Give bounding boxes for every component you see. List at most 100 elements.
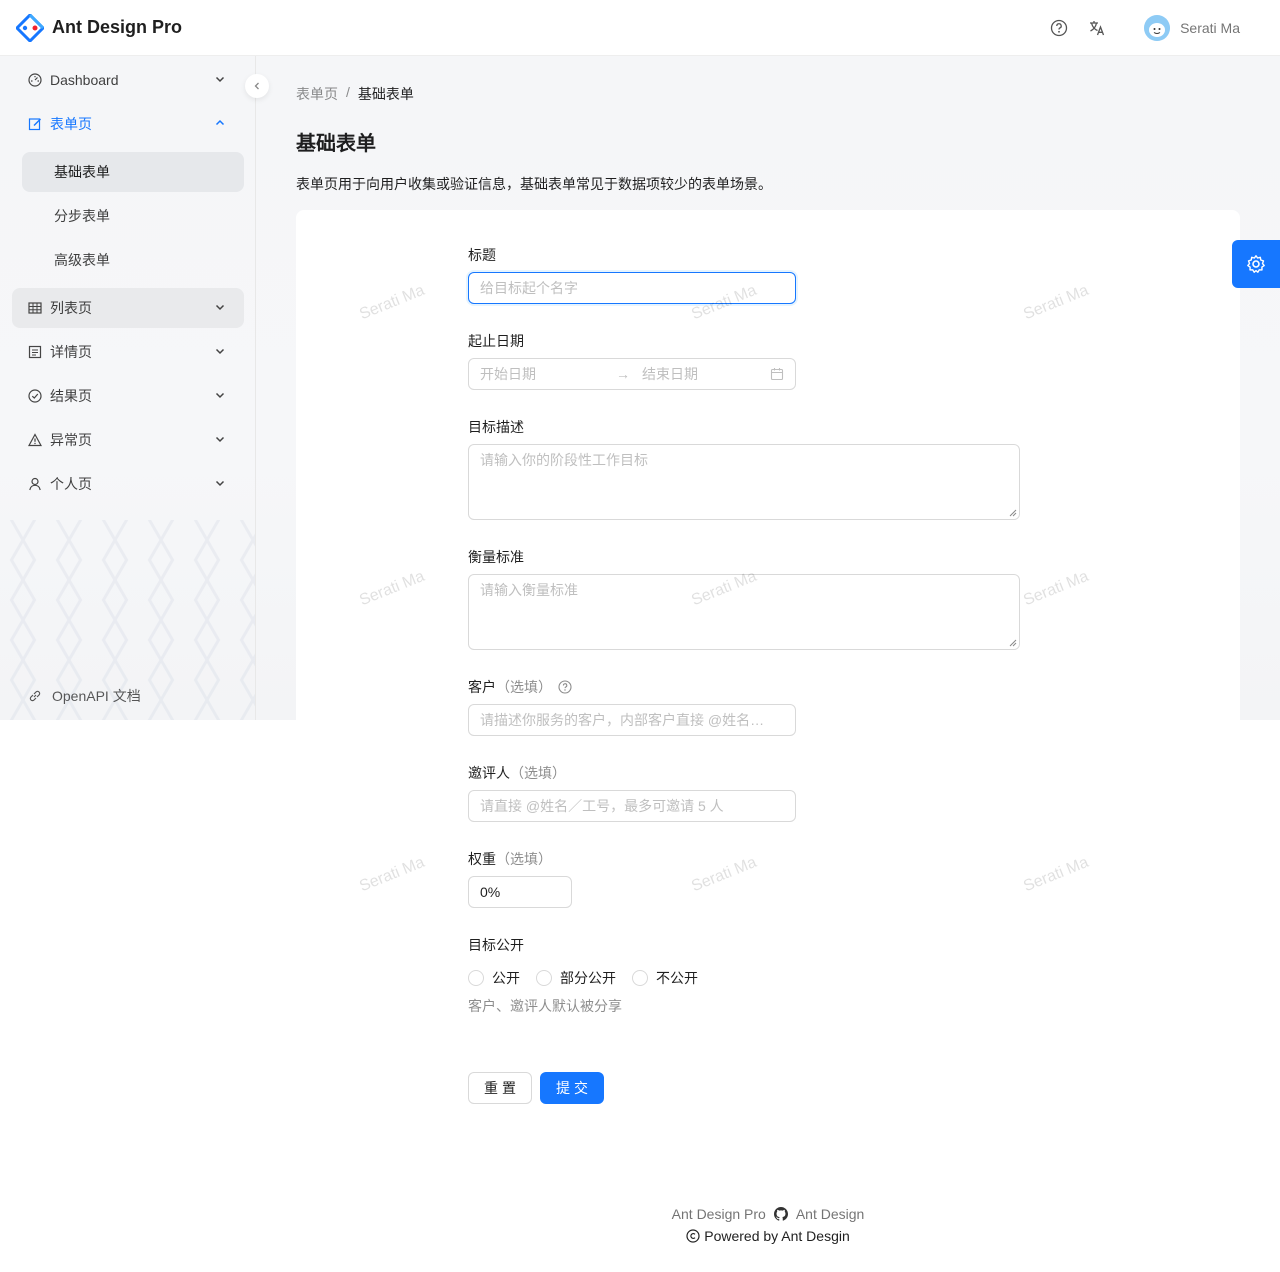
radio-partial-public[interactable]: 部分公开 [536, 968, 616, 988]
public-label: 目标公开 [468, 935, 524, 955]
sidebar-subitem-basic-form[interactable]: 基础表单 [22, 152, 244, 192]
calendar-icon [770, 368, 784, 381]
optional-tag: （选填） [510, 765, 566, 781]
gear-icon [1247, 255, 1265, 273]
date-range-picker[interactable]: 开始日期 → 结束日期 [468, 358, 796, 390]
sidebar-item-result[interactable]: 结果页 [12, 376, 244, 416]
openapi-label: OpenAPI 文档 [52, 688, 141, 704]
openapi-link[interactable]: OpenAPI 文档 [28, 686, 141, 706]
title-label-text: 标题 [468, 247, 496, 263]
client-label-text: 客户 [468, 679, 496, 695]
chevron-left-icon [254, 82, 259, 90]
sidebar-item-label: 列表页 [50, 300, 92, 316]
user-name: Serati Ma [1180, 20, 1240, 36]
resize-handle-icon[interactable] [1009, 509, 1017, 517]
client-input[interactable]: 请描述你服务的客户，内部客户直接 @姓名／工号 [468, 704, 796, 736]
avatar [1144, 15, 1171, 41]
top-header: Ant Design Pro Serati Ma [0, 0, 1280, 56]
sidebar-item-label: 表单页 [50, 116, 92, 132]
public-label-text: 目标公开 [468, 937, 524, 953]
weight-label: 权重 （选填） [468, 849, 552, 869]
copyright-icon [686, 1229, 700, 1243]
sidebar-item-label: 个人页 [50, 476, 92, 492]
chevron-down-icon [215, 392, 225, 399]
question-circle-icon[interactable] [1048, 17, 1070, 39]
breadcrumb: 表单页 / 基础表单 [296, 84, 414, 104]
sidebar-subitem-label: 基础表单 [54, 164, 110, 180]
app-title: Ant Design Pro [52, 17, 183, 37]
table-icon [28, 301, 42, 315]
invites-input[interactable]: 请直接 @姓名／工号，最多可邀请 5 人 [468, 790, 796, 822]
start-date-input[interactable]: 开始日期 [480, 364, 592, 384]
sidebar-subitem-advanced-form[interactable]: 高级表单 [22, 240, 244, 280]
standard-placeholder: 请输入衡量标准 [480, 582, 578, 598]
form-icon [28, 117, 42, 131]
client-label: 客户 （选填） [468, 677, 572, 697]
title-input[interactable]: 给目标起个名字 [468, 272, 796, 304]
invites-label: 邀评人 （选填） [468, 763, 566, 783]
radio-public[interactable]: 公开 [468, 968, 520, 988]
radio-label: 不公开 [656, 970, 698, 986]
public-radio-group: 公开 部分公开 不公开 [468, 968, 714, 988]
reset-button[interactable]: 重置 [468, 1072, 532, 1104]
form-card [296, 210, 1240, 1128]
breadcrumb-item-current: 基础表单 [357, 86, 414, 102]
sidebar-item-account[interactable]: 个人页 [12, 464, 244, 504]
end-date-input[interactable]: 结束日期 [642, 364, 770, 384]
sidebar-item-label: Dashboard [50, 72, 119, 88]
user-menu[interactable]: Serati Ma [1144, 15, 1240, 41]
question-circle-icon[interactable] [558, 680, 572, 694]
invites-placeholder: 请直接 @姓名／工号，最多可邀请 5 人 [480, 798, 724, 814]
translation-icon[interactable] [1086, 17, 1108, 39]
standard-textarea[interactable]: 请输入衡量标准 [468, 574, 1020, 650]
goal-label-text: 目标描述 [468, 419, 524, 435]
page-description: 表单页用于向用户收集或验证信息，基础表单常见于数据项较少的表单场景。 [296, 176, 772, 192]
sidebar-item-profile[interactable]: 详情页 [12, 332, 244, 372]
settings-drawer-button[interactable] [1232, 240, 1280, 288]
public-help-text: 客户、邀评人默认被分享 [468, 998, 622, 1014]
chevron-up-icon [215, 119, 225, 126]
sidebar-collapse-button[interactable] [245, 74, 269, 98]
radio-circle[interactable] [468, 970, 484, 986]
chevron-down-icon [215, 480, 225, 487]
sidebar-item-list[interactable]: 列表页 [12, 288, 244, 328]
invites-label-text: 邀评人 [468, 765, 510, 781]
chevron-down-icon [215, 436, 225, 443]
resize-handle-icon[interactable] [1009, 639, 1017, 647]
optional-tag: （选填） [496, 851, 552, 867]
sidebar-subitem-step-form[interactable]: 分步表单 [22, 196, 244, 236]
submit-button[interactable]: 提交 [540, 1072, 604, 1104]
goal-textarea[interactable]: 请输入你的阶段性工作目标 [468, 444, 1020, 520]
logo[interactable]: Ant Design Pro [16, 13, 183, 42]
footer-link-pro[interactable]: Ant Design Pro [672, 1206, 766, 1222]
date-label: 起止日期 [468, 331, 524, 351]
github-icon[interactable] [773, 1207, 788, 1221]
sidebar-item-form[interactable]: 表单页 [12, 104, 244, 144]
sidebar-subitem-label: 分步表单 [54, 208, 110, 224]
radio-private[interactable]: 不公开 [632, 968, 698, 988]
warning-icon [28, 433, 42, 447]
radio-circle[interactable] [632, 970, 648, 986]
sidebar-item-label: 详情页 [50, 344, 92, 360]
date-label-text: 起止日期 [468, 333, 524, 349]
client-placeholder: 请描述你服务的客户，内部客户直接 @姓名／工号 [480, 712, 770, 728]
ant-design-logo-icon [16, 13, 44, 42]
sidebar-subitem-label: 高级表单 [54, 252, 110, 268]
footer-link-antd[interactable]: Ant Design [796, 1206, 864, 1222]
title-label: 标题 [468, 245, 496, 265]
breadcrumb-separator: / [346, 84, 350, 100]
chevron-down-icon [215, 348, 225, 355]
breadcrumb-item-form[interactable]: 表单页 [296, 84, 338, 104]
copyright: Powered by Ant Desgin [256, 1228, 1280, 1244]
radio-circle[interactable] [536, 970, 552, 986]
sidebar-item-dashboard[interactable]: Dashboard [12, 60, 244, 100]
radio-label: 部分公开 [560, 970, 616, 986]
sidebar-item-label: 结果页 [50, 388, 92, 404]
profile-icon [28, 345, 42, 359]
sidebar-item-exception[interactable]: 异常页 [12, 420, 244, 460]
goal-placeholder: 请输入你的阶段性工作目标 [480, 452, 648, 468]
optional-tag: （选填） [496, 679, 552, 695]
weight-input[interactable]: 0% [468, 876, 572, 908]
copyright-text: Powered by Ant Desgin [704, 1228, 850, 1244]
standard-label: 衡量标准 [468, 547, 524, 567]
